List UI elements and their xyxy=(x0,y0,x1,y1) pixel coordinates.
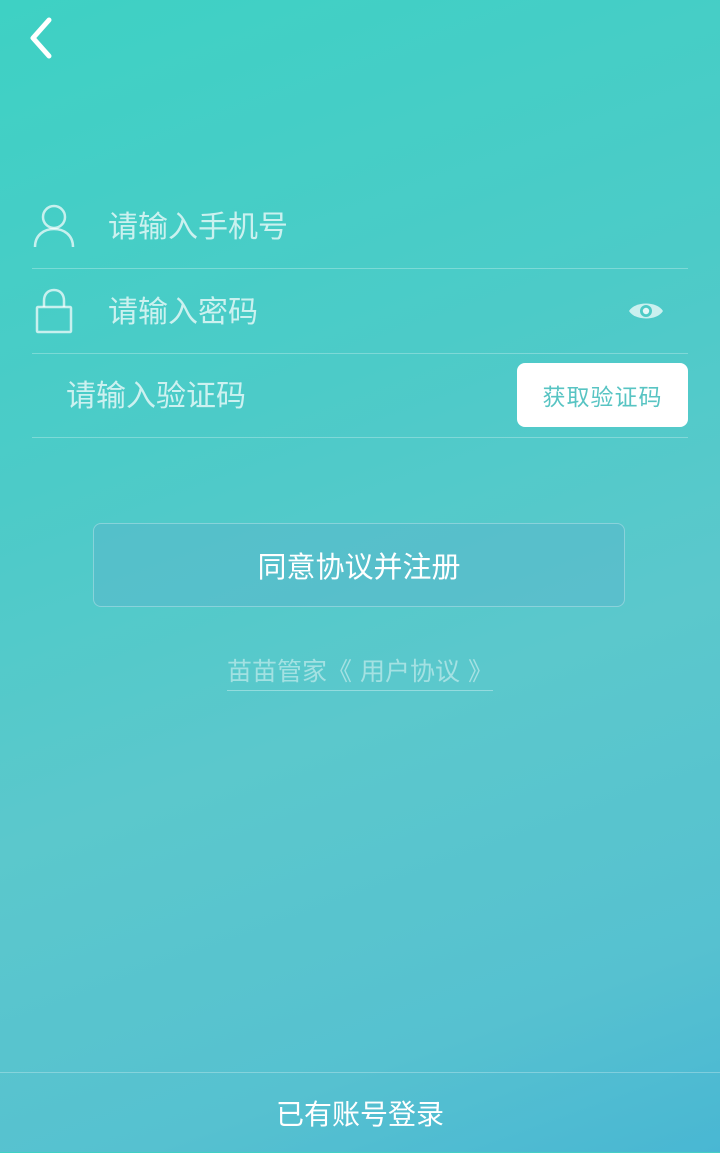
user-icon xyxy=(32,202,76,250)
existing-account-login-link[interactable]: 已有账号登录 xyxy=(276,1093,444,1133)
password-input[interactable] xyxy=(106,289,610,335)
chevron-left-icon xyxy=(30,17,52,59)
phone-row xyxy=(32,184,688,269)
bottom-bar: 已有账号登录 xyxy=(0,1072,720,1153)
lock-icon xyxy=(32,287,76,335)
register-button[interactable]: 同意协议并注册 xyxy=(93,523,625,607)
user-agreement-link[interactable]: 苗苗管家《 用户协议 》 xyxy=(227,652,493,691)
agreement-container: 苗苗管家《 用户协议 》 xyxy=(0,652,720,691)
code-input[interactable] xyxy=(64,373,508,419)
code-row: 获取验证码 xyxy=(32,353,688,438)
eye-icon xyxy=(629,303,663,319)
back-button[interactable] xyxy=(18,12,66,64)
phone-input[interactable] xyxy=(106,204,610,250)
password-visibility-toggle[interactable] xyxy=(626,293,666,329)
get-code-button[interactable]: 获取验证码 xyxy=(517,363,688,427)
password-row xyxy=(32,269,688,354)
